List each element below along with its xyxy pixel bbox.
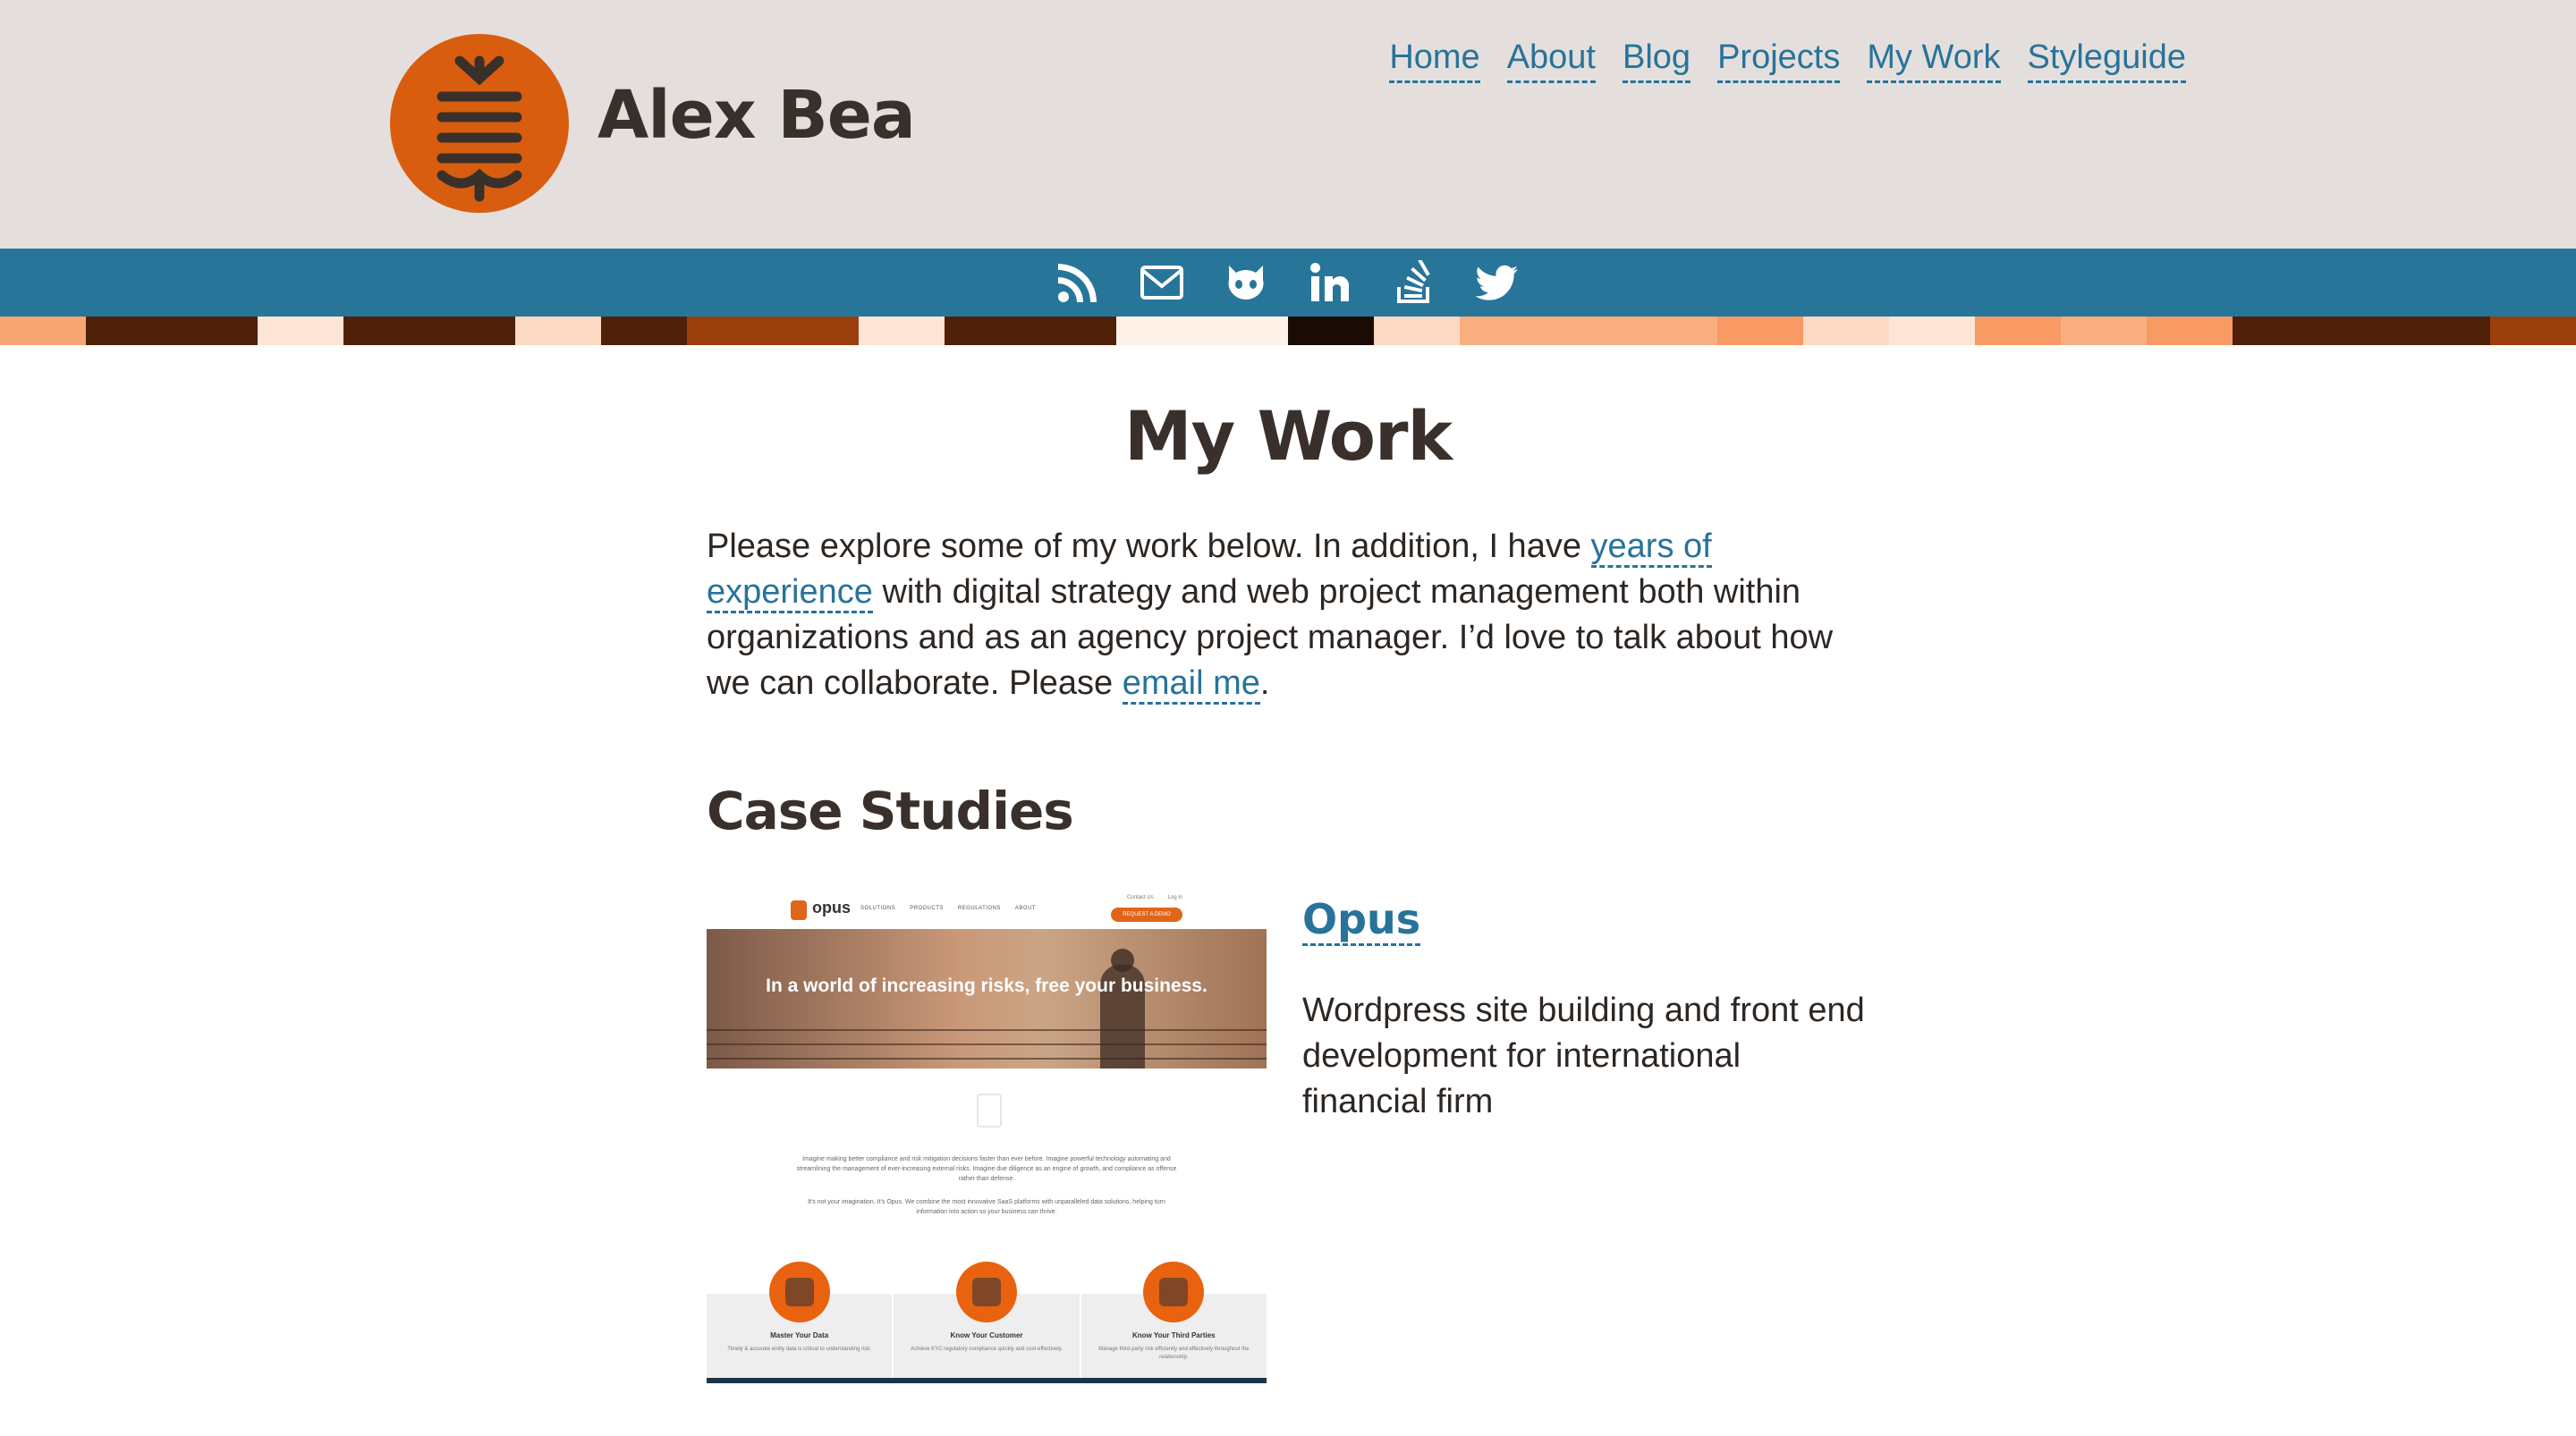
github-icon[interactable] [1224, 260, 1268, 305]
thumbnail-top-link: Log in [1167, 895, 1182, 901]
stripe-segment [0, 317, 86, 345]
stripe-segment [687, 317, 773, 345]
linkedin-icon[interactable] [1308, 260, 1352, 305]
nav-projects[interactable]: Projects [1717, 34, 1841, 83]
thumbnail-feature: Know Your Third Parties Manage third-par… [1080, 1262, 1267, 1384]
thumbnail-top-links: Contact Us Log in [1127, 895, 1182, 900]
thumbnail-logo-text: opus [812, 899, 851, 917]
stripe-segment [429, 317, 515, 345]
stripe-segment [515, 317, 601, 345]
main-nav: Home About Blog Projects My Work Stylegu… [1389, 34, 2186, 83]
thumbnail-features: Master Your Data Timely & accurate entit… [707, 1262, 1267, 1384]
thumbnail-footer [707, 1378, 1267, 1384]
case-study-body: Opus Wordpress site building and front e… [1302, 891, 1869, 1383]
data-icon [768, 1262, 830, 1323]
page-title: My Work [1124, 396, 1453, 476]
thumbnail-hero-text: In a world of increasing risks, free you… [766, 976, 1208, 997]
stripe-segment [86, 317, 172, 345]
stripe-segment [1975, 317, 2061, 345]
thumbnail-cta: REQUEST A DEMO [1111, 908, 1182, 923]
opus-logo-icon [791, 900, 807, 921]
stripe-segment [1288, 317, 1374, 345]
stripe-segment [2318, 317, 2404, 345]
email-icon[interactable] [1140, 260, 1184, 305]
stackoverflow-icon[interactable] [1392, 260, 1436, 305]
case-study-description: Wordpress site building and front end de… [1302, 991, 1865, 1120]
stripe-segment [2404, 317, 2490, 345]
thumbnail-nav-link: REGULATIONS [957, 906, 1001, 912]
intro-text: Please explore some of my work below. In… [707, 527, 1591, 565]
thumbnail-feature: Know Your Customer Achieve KYC regulator… [894, 1262, 1080, 1384]
stripe-segment [1202, 317, 1288, 345]
thumbnail-paragraph: Imagine making better compliance and ris… [796, 1156, 1177, 1183]
main-content: My Work Please explore some of my work b… [0, 396, 2576, 1384]
thumbnail-top-link: Contact Us [1126, 895, 1154, 901]
twitter-icon[interactable] [1476, 260, 1521, 305]
customer-icon [955, 1262, 1017, 1323]
thumbnail-nav-links: SOLUTIONS PRODUCTS REGULATIONS ABOUT [860, 906, 1036, 911]
feature-desc: Timely & accurate entity data is critica… [727, 1347, 872, 1353]
stripe-segment [1030, 317, 1116, 345]
stripe-segment [2147, 317, 2233, 345]
thumbnail-nav-link: PRODUCTS [910, 906, 944, 912]
site-header: Alex Bea Home About Blog Projects My Wor… [0, 0, 2576, 249]
alex-bea-logo-icon[interactable] [390, 34, 569, 213]
stripe-segment [343, 317, 429, 345]
feature-desc: Achieve KYC regulatory compliance quickl… [911, 1347, 1063, 1353]
stripe-segment [1889, 317, 1975, 345]
case-study-title: Opus [1302, 895, 1869, 947]
stripe-segment [773, 317, 859, 345]
nav-my-work[interactable]: My Work [1867, 34, 2001, 83]
color-stripe [0, 317, 2576, 345]
opus-watermark-icon [977, 1094, 1002, 1128]
stripe-segment [601, 317, 687, 345]
rss-icon[interactable] [1055, 260, 1100, 305]
stripe-segment [1717, 317, 1803, 345]
feature-title: Know Your Customer [950, 1331, 1023, 1340]
thumbnail-nav-link: SOLUTIONS [860, 906, 896, 912]
hero-railing [707, 1043, 1267, 1046]
nav-blog[interactable]: Blog [1623, 34, 1691, 83]
stripe-segment [1116, 317, 1202, 345]
stripe-segment [1803, 317, 1889, 345]
feature-title: Master Your Data [770, 1331, 829, 1340]
hero-railing [707, 1029, 1267, 1032]
third-parties-icon [1143, 1262, 1205, 1323]
nav-styleguide[interactable]: Styleguide [2027, 34, 2186, 83]
stripe-segment [1546, 317, 1631, 345]
thumbnail-paragraph: It's not your imagination. It's Opus. We… [808, 1199, 1165, 1216]
stripe-segment [1631, 317, 1717, 345]
opus-thumbnail[interactable]: opus SOLUTIONS PRODUCTS REGULATIONS ABOU… [707, 891, 1267, 1384]
feature-desc: Manage third-party risk efficiently and … [1098, 1347, 1250, 1361]
case-study-opus: opus SOLUTIONS PRODUCTS REGULATIONS ABOU… [707, 891, 1869, 1384]
stripe-segment [945, 317, 1030, 345]
case-studies-heading: Case Studies [707, 780, 1074, 841]
email-me-link[interactable]: email me [1122, 663, 1260, 705]
nav-home[interactable]: Home [1389, 34, 1480, 83]
stripe-segment [1460, 317, 1546, 345]
thumbnail-nav-link: ABOUT [1014, 906, 1037, 912]
intro-text: with digital strategy and web project ma… [707, 572, 1834, 702]
content-column: Please explore some of my work below. In… [707, 524, 1869, 1384]
hero-railing [707, 1058, 1267, 1060]
thumbnail-nav: opus SOLUTIONS PRODUCTS REGULATIONS ABOU… [707, 891, 1267, 931]
stripe-segment [2061, 317, 2147, 345]
stripe-segment [2490, 317, 2576, 345]
thumbnail-hero: In a world of increasing risks, free you… [707, 929, 1267, 1069]
stripe-segment [258, 317, 343, 345]
opus-link[interactable]: Opus [1302, 895, 1421, 947]
intro-paragraph: Please explore some of my work below. In… [707, 524, 1869, 706]
stripe-segment [2233, 317, 2318, 345]
stripe-segment [1374, 317, 1460, 345]
stripe-segment [859, 317, 945, 345]
feature-title: Know Your Third Parties [1132, 1331, 1216, 1340]
site-title[interactable]: Alex Bea [597, 82, 916, 148]
intro-text: . [1259, 663, 1270, 702]
stripe-segment [172, 317, 258, 345]
social-bar [0, 249, 2576, 317]
thumbnail-feature: Master Your Data Timely & accurate entit… [707, 1262, 893, 1384]
nav-about[interactable]: About [1506, 34, 1596, 83]
